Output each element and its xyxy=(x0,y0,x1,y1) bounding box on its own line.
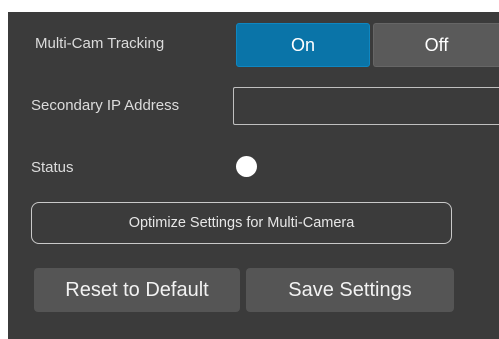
reset-to-default-button[interactable]: Reset to Default xyxy=(34,268,240,312)
multicam-off-button[interactable]: Off xyxy=(373,23,499,67)
multicam-on-button[interactable]: On xyxy=(236,23,370,67)
multicam-tracking-label: Multi-Cam Tracking xyxy=(35,35,165,52)
save-settings-button[interactable]: Save Settings xyxy=(246,268,454,312)
status-indicator xyxy=(236,156,257,177)
secondary-ip-input[interactable] xyxy=(233,87,499,125)
optimize-multicam-button[interactable]: Optimize Settings for Multi-Camera xyxy=(31,202,452,244)
secondary-ip-label: Secondary IP Address xyxy=(31,97,180,114)
status-label: Status xyxy=(31,159,74,176)
